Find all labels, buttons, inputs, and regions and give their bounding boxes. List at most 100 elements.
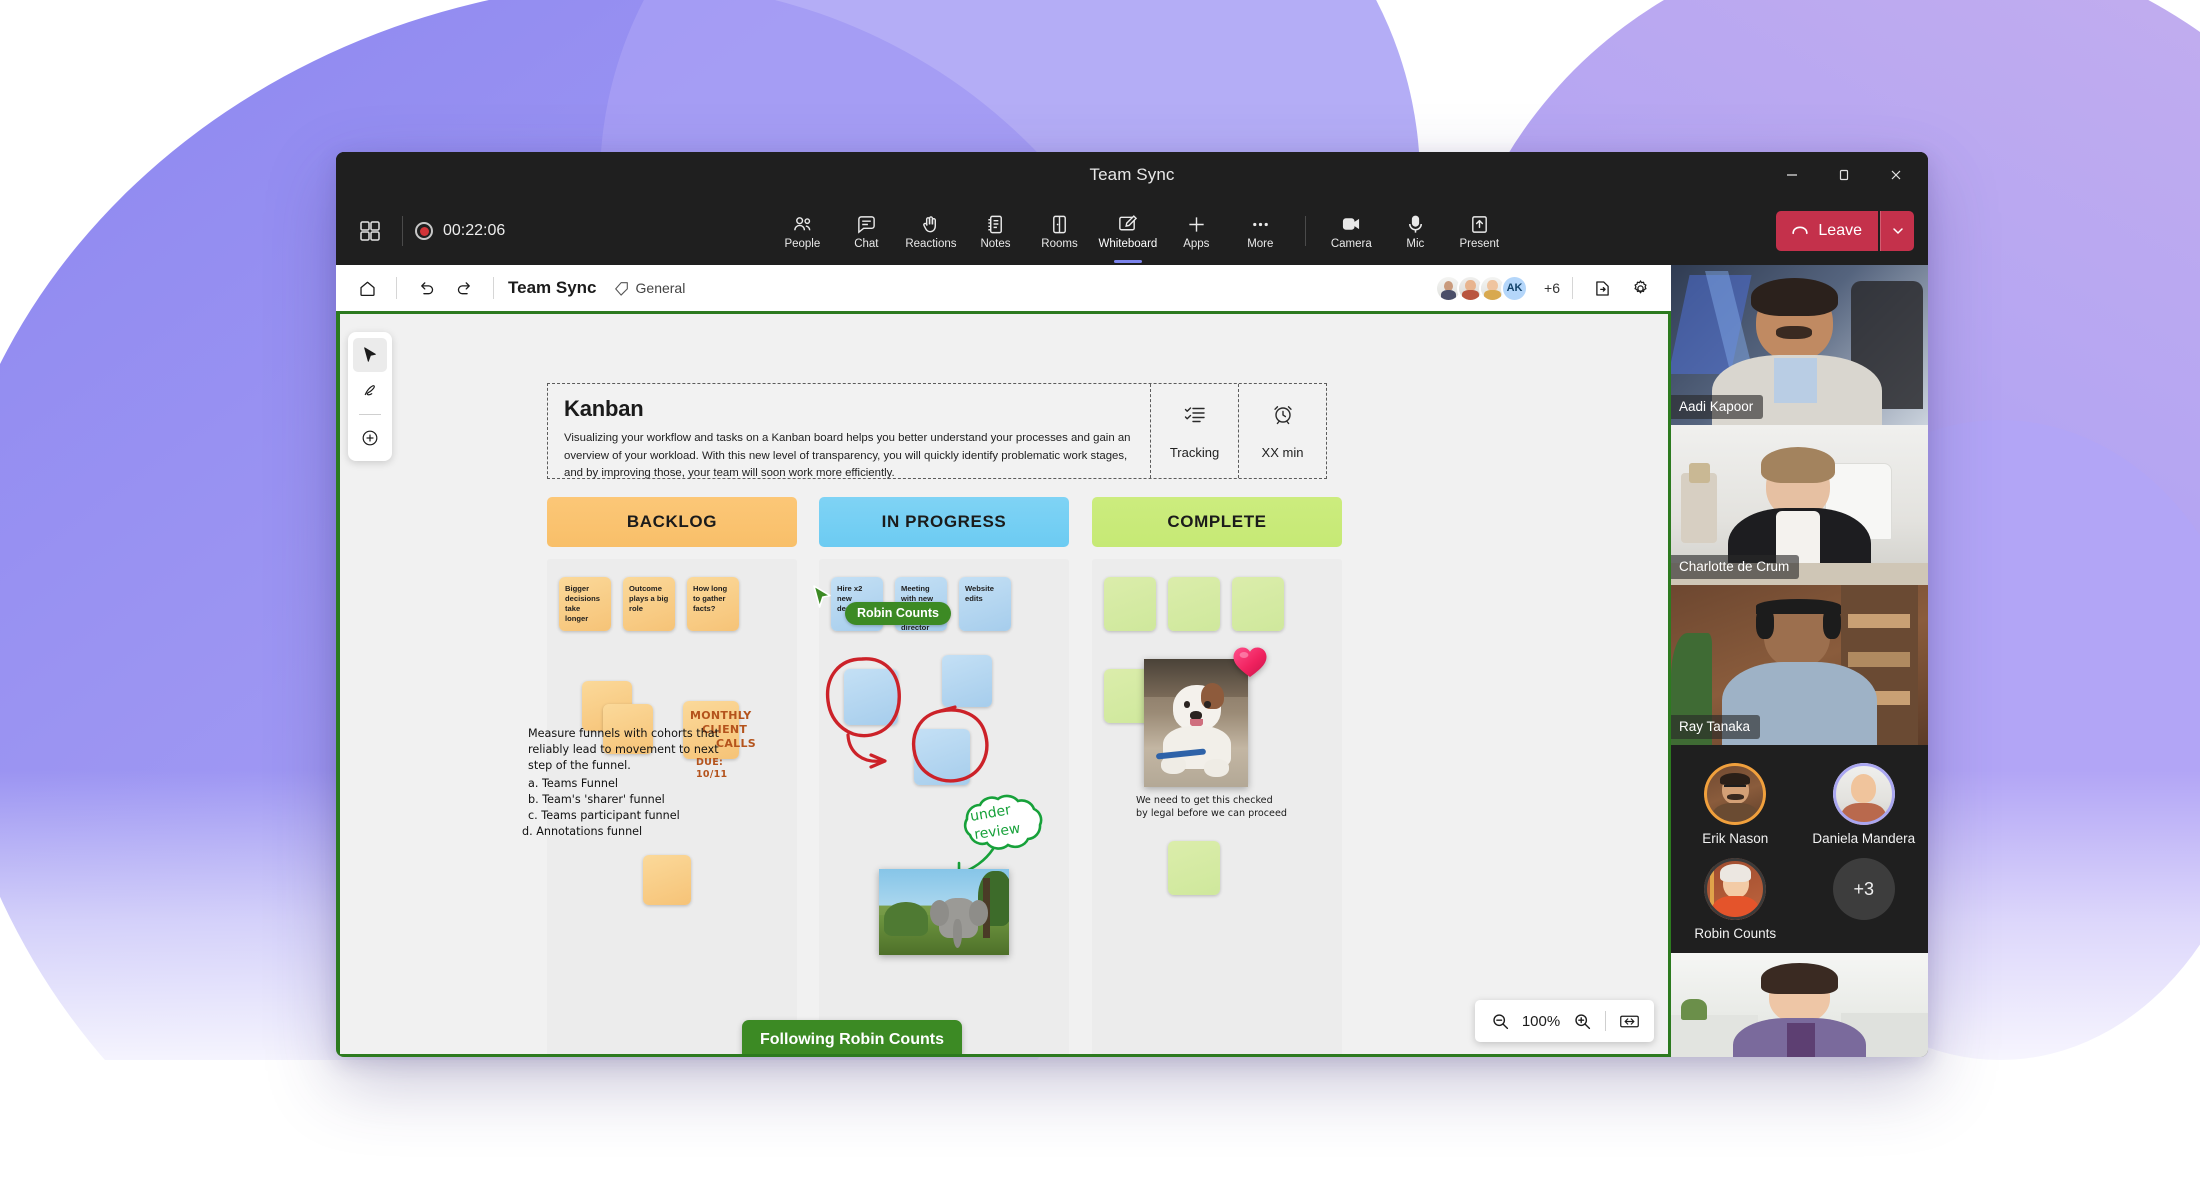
chevron-down-icon xyxy=(1891,224,1905,238)
redo-icon[interactable] xyxy=(447,271,481,305)
participant-name: Robin Counts xyxy=(1694,926,1776,941)
screenshot-root: Team Sync xyxy=(0,0,2200,1200)
recording-indicator: 00:22:06 xyxy=(415,222,505,240)
close-icon[interactable] xyxy=(1870,152,1922,197)
participant-avatar-daniela-mandera[interactable]: Daniela Mandera xyxy=(1800,755,1929,850)
sticky-note[interactable] xyxy=(1168,841,1220,895)
toolbar-camera[interactable]: Camera xyxy=(1320,208,1382,254)
sticky-note[interactable] xyxy=(1232,577,1284,631)
zoom-out-icon[interactable] xyxy=(1485,1006,1515,1036)
pen-icon[interactable] xyxy=(353,374,387,408)
toolbar-rooms[interactable]: Rooms xyxy=(1029,208,1091,254)
toolbar-notes[interactable]: Notes xyxy=(965,208,1027,254)
window-title: Team Sync xyxy=(1090,165,1175,185)
leave-options-button[interactable] xyxy=(1880,211,1914,251)
window-titlebar: Team Sync xyxy=(336,152,1928,197)
people-icon xyxy=(792,212,813,236)
avatar-overflow-count[interactable]: +6 xyxy=(1544,280,1560,296)
board-image-elephant[interactable] xyxy=(879,869,1009,955)
column-header-complete[interactable]: COMPLETE xyxy=(1092,497,1342,547)
zoom-in-icon[interactable] xyxy=(1567,1006,1597,1036)
zoom-level-value[interactable]: 100% xyxy=(1519,1013,1563,1030)
participant-avatar-erik-nason[interactable]: Erik Nason xyxy=(1671,755,1800,850)
ink-annotation-red xyxy=(819,643,1019,773)
kanban-meta-duration-label: XX min xyxy=(1262,445,1304,460)
avatar[interactable] xyxy=(1704,858,1766,920)
toolbar-divider xyxy=(396,277,397,299)
toolbar-chat[interactable]: Chat xyxy=(835,208,897,254)
sticky-note[interactable]: Website edits xyxy=(959,577,1011,631)
toolbar-more-label: More xyxy=(1247,239,1273,251)
leave-button-label: Leave xyxy=(1818,222,1862,240)
sticky-note[interactable]: How long to gather facts? xyxy=(687,577,739,631)
participant-tile-aadi-kapoor[interactable]: Aadi Kapoor xyxy=(1671,265,1928,425)
column-body-complete[interactable]: We need to get this checked by legal bef… xyxy=(1092,559,1342,1057)
microphone-icon xyxy=(1405,212,1426,236)
kanban-description: Visualizing your workflow and tasks on a… xyxy=(564,430,1134,483)
plus-circle-icon[interactable] xyxy=(353,421,387,455)
sticky-note[interactable] xyxy=(1104,577,1156,631)
toolbar-more[interactable]: More xyxy=(1229,208,1291,254)
toolbar-mic-label: Mic xyxy=(1406,239,1424,251)
cursor-arrow-icon[interactable] xyxy=(353,338,387,372)
kanban-column-complete[interactable]: COMPLETE xyxy=(1092,497,1342,1057)
participant-avatar-robin-counts[interactable]: Robin Counts xyxy=(1671,850,1800,945)
board-channel-label: General xyxy=(636,280,686,296)
grid-view-icon[interactable] xyxy=(350,211,390,251)
toolbar-whiteboard-label: Whiteboard xyxy=(1099,239,1158,251)
alarm-clock-icon xyxy=(1271,402,1295,431)
toolbar-reactions[interactable]: Reactions xyxy=(899,208,962,254)
toolbar-whiteboard[interactable]: Whiteboard xyxy=(1093,208,1164,254)
participant-avatar-grid: Erik Nason Daniela Mandera xyxy=(1671,745,1928,953)
board-handwriting-item: c. Teams participant funnel xyxy=(528,808,680,824)
maximize-icon[interactable] xyxy=(1818,152,1870,197)
meeting-toolbar: 00:22:06 People xyxy=(336,197,1928,265)
following-banner[interactable]: Following Robin Counts xyxy=(742,1020,962,1057)
toolbar-mic[interactable]: Mic xyxy=(1384,208,1446,254)
toolbar-divider xyxy=(402,216,403,246)
avatar-stack[interactable]: AK xyxy=(1440,275,1528,302)
plus-icon xyxy=(1186,212,1207,236)
participant-overflow-count[interactable]: +3 xyxy=(1833,858,1895,920)
column-header-in-progress[interactable]: IN PROGRESS xyxy=(819,497,1069,547)
avatar[interactable] xyxy=(1704,763,1766,825)
participant-name: Erik Nason xyxy=(1702,831,1768,846)
whiteboard-canvas[interactable]: Kanban Visualizing your workflow and tas… xyxy=(336,311,1671,1057)
camera-icon xyxy=(1340,212,1362,236)
sticky-note[interactable] xyxy=(1168,577,1220,631)
board-title: Team Sync xyxy=(508,278,597,298)
column-header-backlog[interactable]: BACKLOG xyxy=(547,497,797,547)
board-channel: General xyxy=(613,280,686,297)
active-tab-underline xyxy=(1114,260,1142,263)
ellipsis-icon xyxy=(1250,212,1271,236)
toolbar-divider-3 xyxy=(1572,277,1573,299)
share-icon[interactable] xyxy=(1585,271,1619,305)
background-base xyxy=(0,1060,2200,1200)
participant-tile-charlotte-de-crum[interactable]: Charlotte de Crum xyxy=(1671,425,1928,585)
kanban-meta-tracking: Tracking xyxy=(1150,384,1238,478)
sticky-note[interactable]: Bigger decisions take longer xyxy=(559,577,611,631)
checklist-icon xyxy=(1183,402,1207,431)
participant-tile-bottom[interactable] xyxy=(1671,953,1928,1057)
hangup-icon xyxy=(1790,221,1810,241)
gear-icon[interactable] xyxy=(1623,271,1657,305)
toolbar-apps[interactable]: Apps xyxy=(1165,208,1227,254)
home-icon[interactable] xyxy=(350,271,384,305)
avatar[interactable] xyxy=(1833,763,1895,825)
leave-group: Leave xyxy=(1776,211,1914,251)
minimize-icon[interactable] xyxy=(1766,152,1818,197)
column-body-in-progress[interactable]: Hire x2 new designers Meeting with new s… xyxy=(819,559,1069,1057)
collaborator-cursor-label: Robin Counts xyxy=(845,602,951,625)
participant-avatar-overflow[interactable]: +3 xyxy=(1800,850,1929,945)
undo-icon[interactable] xyxy=(409,271,443,305)
sticky-note[interactable]: Outcome plays a big role xyxy=(623,577,675,631)
toolbar-people[interactable]: People xyxy=(771,208,833,254)
leave-button[interactable]: Leave xyxy=(1776,211,1878,251)
fit-to-screen-icon[interactable] xyxy=(1614,1006,1644,1036)
avatar-initials[interactable]: AK xyxy=(1501,275,1528,302)
toolbar-present[interactable]: Present xyxy=(1448,208,1510,254)
whiteboard-icon xyxy=(1117,212,1138,236)
sticky-note[interactable] xyxy=(643,855,691,905)
kanban-column-in-progress[interactable]: IN PROGRESS Hire x2 new designers Meetin… xyxy=(819,497,1069,1057)
participant-tile-ray-tanaka[interactable]: Ray Tanaka xyxy=(1671,585,1928,745)
